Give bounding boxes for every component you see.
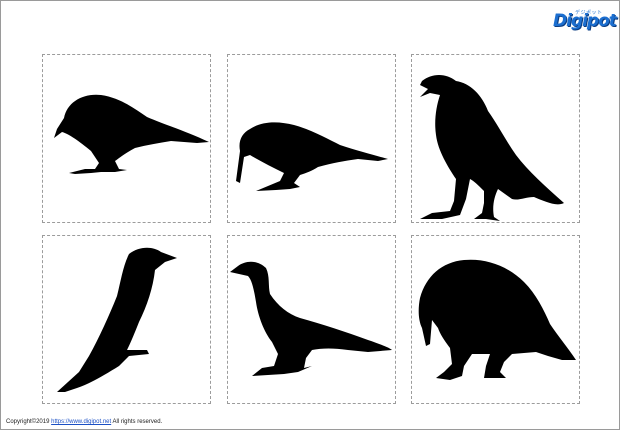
logo-wordmark: Digipot [553,11,617,31]
site-link[interactable]: https://www.digipot.net [51,419,111,425]
crow-card-2[interactable] [227,54,396,223]
crow-pecking-silhouette [236,122,388,191]
crow-card-1[interactable] [42,54,211,223]
crow-walking-silhouette [54,94,209,174]
crow-cawing-silhouette [420,75,564,221]
digipot-logo[interactable]: デジポット Digipot [553,7,617,43]
crow-card-5[interactable] [227,235,396,404]
crow-perched-silhouette [57,247,177,392]
crow-card-3[interactable] [411,54,580,223]
copyright-footer: Copyright©2019 https://www.digipot.net A… [6,419,162,425]
rights-text: All rights reserved. [112,419,163,425]
crow-card-4[interactable] [42,235,211,404]
sheet: デジポット Digipot Copyright©2019 https://www… [0,0,620,430]
copyright-text: Copyright©2019 [6,419,50,425]
crow-standing-silhouette [230,261,392,376]
crow-card-6[interactable] [411,235,580,404]
crow-hunched-silhouette [418,259,576,380]
